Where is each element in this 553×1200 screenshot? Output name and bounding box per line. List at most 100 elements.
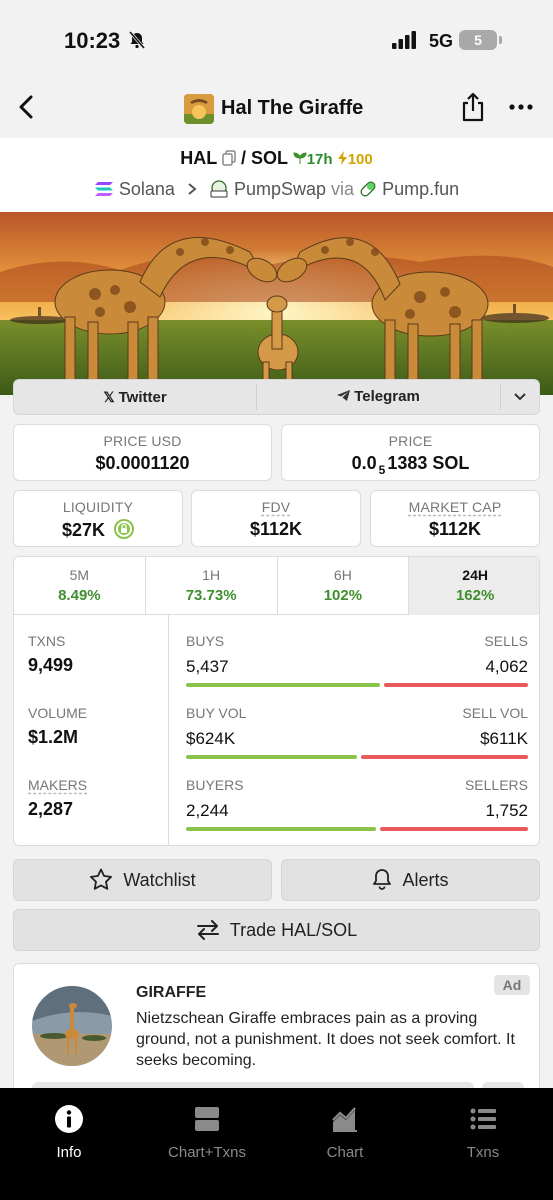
launchpad-name[interactable]: Pump.fun (382, 179, 459, 199)
makers-label[interactable]: MAKERS (28, 777, 87, 793)
share-icon[interactable] (460, 92, 486, 122)
tab-chart-label: Chart (326, 1144, 364, 1161)
telegram-label: Telegram (354, 388, 420, 405)
tab-label: 5M (69, 567, 90, 583)
buyers-value: 2,244 (186, 801, 229, 820)
network-label: 5G (429, 31, 454, 51)
txns-label: TXNS (28, 633, 66, 649)
ad-card[interactable]: GIRAFFE Nietzschean Giraffe embraces pai… (13, 963, 540, 1103)
price-prefix: 0.0 (351, 453, 377, 473)
x-logo-icon: 𝕏 (103, 389, 115, 405)
twitter-label: Twitter (118, 389, 167, 406)
social-links-bar: 𝕏 Twitter Telegram (13, 379, 540, 415)
age-value: 17h (306, 151, 333, 168)
chevron-right-icon (188, 183, 197, 196)
sellers-label: SELLERS (464, 777, 528, 793)
lock-icon[interactable] (114, 519, 135, 539)
chain-name[interactable]: Solana (119, 179, 175, 199)
sells-label: SELLS (484, 633, 528, 649)
sellers-value: 1,752 (485, 801, 528, 820)
bottom-tab-bar: Info Chart+Txns Chart Txns (0, 1088, 553, 1200)
token-avatar (184, 94, 214, 124)
list-icon (470, 1108, 496, 1130)
fdv-label[interactable]: FDV (192, 499, 360, 515)
buys-value: 5,437 (186, 657, 229, 676)
status-time: 10:23 (64, 28, 121, 53)
buy-bar (186, 683, 380, 687)
volume-label: VOLUME (28, 705, 88, 721)
tab-chart-txns[interactable]: Chart+Txns (138, 1104, 276, 1161)
buyers-sellers-ratio: BUYERS SELLERS 2,244 1,752 (186, 777, 528, 837)
price-zero-count: 5 (378, 462, 386, 477)
nav-bar: Hal The Giraffe (0, 80, 553, 138)
tab-6h[interactable]: 6H 102% (278, 557, 410, 615)
tab-change: 8.49% (58, 587, 101, 604)
ad-badge: Ad (494, 975, 530, 995)
pair-line: HAL / SOL 17h 100 (0, 148, 553, 169)
pumpswap-icon (210, 180, 228, 198)
volume-stat: VOLUME $1.2M (28, 705, 87, 748)
more-socials-button[interactable] (501, 380, 539, 414)
buy-bar (186, 827, 376, 831)
dex-name[interactable]: PumpSwap (234, 179, 326, 199)
star-icon (90, 868, 113, 890)
buy-vol-value: $624K (186, 729, 236, 748)
tab-chart[interactable]: Chart (276, 1104, 414, 1161)
buys-sells-bar (186, 683, 528, 687)
pair-base: HAL (180, 148, 217, 168)
makers-value: 2,287 (28, 799, 74, 819)
tab-1h[interactable]: 1H 73.73% (146, 557, 278, 615)
battery-nub (499, 36, 502, 44)
ad-avatar (32, 986, 112, 1066)
info-icon (55, 1105, 83, 1133)
liquidity-value-row: $27K (14, 519, 182, 541)
liquidity-card: LIQUIDITY $27K (13, 490, 183, 547)
sells-value: 4,062 (485, 657, 528, 676)
stats-summary: TXNS 9,499 VOLUME $1.2M MAKERS 2,287 (14, 615, 169, 845)
back-chevron-icon[interactable] (12, 92, 42, 122)
tab-info-label: Info (56, 1144, 82, 1161)
txns-stat: TXNS 9,499 (28, 633, 73, 676)
buyers-sellers-bar (186, 827, 528, 831)
twitter-button[interactable]: 𝕏 Twitter (14, 380, 256, 414)
alerts-button[interactable]: Alerts (281, 859, 540, 901)
tab-change: 162% (455, 587, 495, 604)
signal-icon (392, 31, 416, 49)
buy-vol-label: BUY VOL (186, 705, 247, 721)
swap-arrows-icon (196, 920, 219, 940)
token-banner-image (0, 212, 553, 395)
tab-info[interactable]: Info (0, 1104, 138, 1161)
tab-label: 24H (462, 567, 488, 583)
boost-badge: 100 (337, 151, 373, 168)
sell-vol-label: SELL VOL (462, 705, 528, 721)
tab-chart-txns-label: Chart+Txns (168, 1144, 246, 1161)
buy-sell-vol-ratio: BUY VOL SELL VOL $624K $611K (186, 705, 528, 765)
pill-icon (360, 181, 376, 197)
market-cap-label[interactable]: MARKET CAP (371, 499, 539, 515)
tab-24h[interactable]: 24H 162% (409, 557, 539, 615)
price-native-card: PRICE 0.0 5 1383 SOL (281, 424, 540, 481)
volume-value: $1.2M (28, 727, 79, 747)
buys-sells-ratio: BUYS SELLS 5,437 4,062 (186, 633, 528, 693)
tab-5m[interactable]: 5M 8.49% (14, 557, 146, 615)
price-usd-value: $0.0001120 (95, 453, 190, 473)
via-label: via (331, 178, 355, 199)
chart-icon (332, 1107, 357, 1132)
trade-button[interactable]: Trade HAL/SOL (13, 909, 540, 951)
sell-bar (384, 683, 528, 687)
buys-label: BUYS (186, 633, 225, 649)
more-options-icon[interactable] (508, 94, 534, 120)
copy-icon[interactable] (222, 150, 236, 166)
market-cap-value: $112K (428, 519, 482, 539)
bell-icon (373, 869, 392, 890)
page-title: Hal The Giraffe (221, 97, 364, 119)
telegram-button[interactable]: Telegram (257, 380, 500, 414)
lightning-icon (337, 151, 347, 165)
ad-title: GIRAFFE (136, 984, 207, 1001)
alerts-label: Alerts (402, 870, 449, 890)
age-badge: 17h (293, 151, 337, 168)
tab-txns[interactable]: Txns (414, 1104, 552, 1161)
watchlist-button[interactable]: Watchlist (13, 859, 272, 901)
price-usd-label: PRICE USD (103, 433, 182, 449)
seedling-icon (293, 152, 307, 164)
